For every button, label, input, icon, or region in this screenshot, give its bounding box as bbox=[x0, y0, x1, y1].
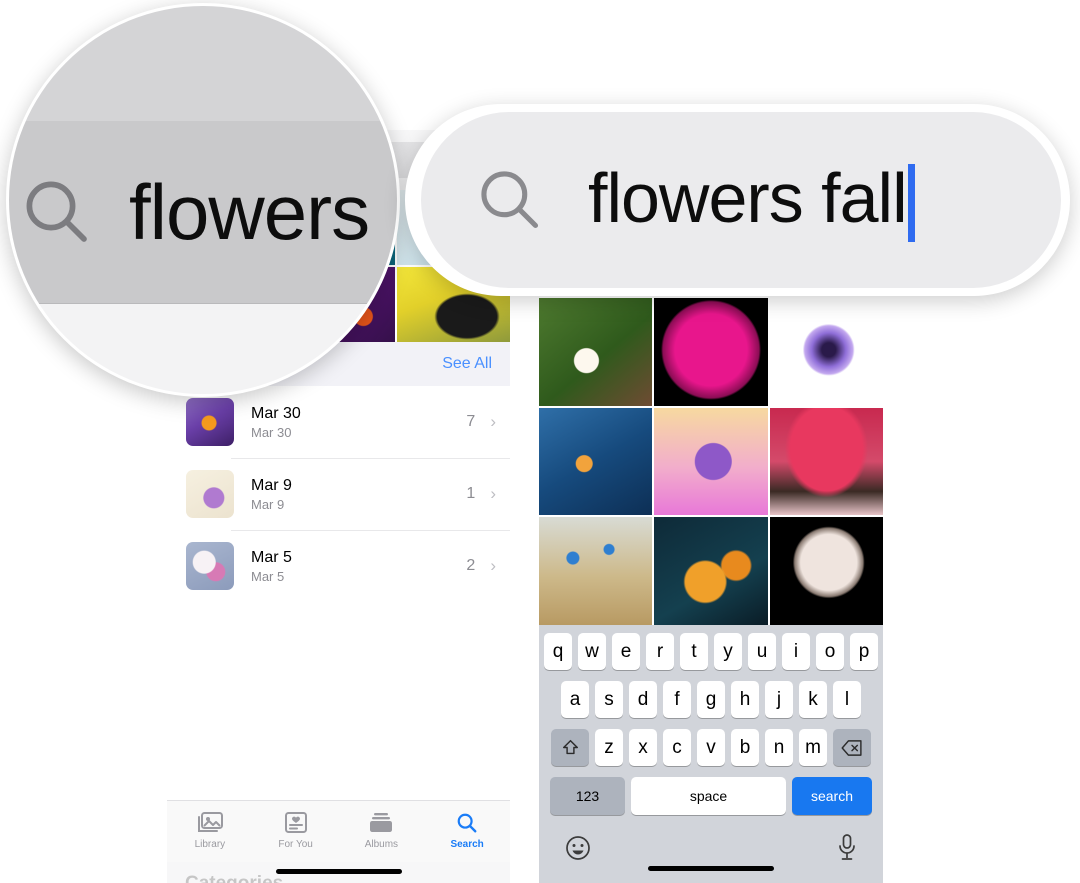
keyboard-row-4: 123 space search bbox=[539, 777, 883, 815]
space-key[interactable]: space bbox=[631, 777, 786, 815]
key-g[interactable]: g bbox=[697, 681, 725, 718]
tab-label: Albums bbox=[364, 839, 399, 850]
albums-icon bbox=[370, 813, 393, 832]
tab-label: Search bbox=[450, 839, 484, 850]
key-a[interactable]: a bbox=[561, 681, 589, 718]
list-item[interactable]: Mar 5 Mar 5 2 › bbox=[167, 530, 510, 602]
key-t[interactable]: t bbox=[680, 633, 708, 670]
chevron-right-icon: › bbox=[490, 556, 496, 575]
keyboard-row-1: q w e r t y u i o p bbox=[539, 633, 883, 670]
home-indicator bbox=[275, 869, 402, 874]
photo-thumbnail[interactable] bbox=[769, 407, 883, 516]
tab-library[interactable]: Library bbox=[167, 801, 253, 883]
tab-label: Library bbox=[194, 839, 226, 850]
moment-title: Mar 9 bbox=[251, 476, 292, 494]
right-magnifier-callout: flowers fall bbox=[405, 104, 1070, 296]
tab-search[interactable]: Search bbox=[424, 801, 510, 883]
key-l[interactable]: l bbox=[833, 681, 861, 718]
search-icon bbox=[457, 813, 477, 833]
tab-bar: Library For You Albums Search bbox=[167, 800, 510, 883]
key-f[interactable]: f bbox=[663, 681, 691, 718]
magnified-search-field: flowers fall bbox=[421, 112, 1061, 288]
key-q[interactable]: q bbox=[544, 633, 572, 670]
key-u[interactable]: u bbox=[748, 633, 776, 670]
magnified-search-text: flowers fall bbox=[588, 158, 915, 243]
for-you-icon bbox=[284, 812, 307, 833]
photos-library-icon bbox=[197, 812, 223, 832]
shift-key[interactable] bbox=[551, 729, 589, 766]
photo-thumbnail[interactable] bbox=[654, 298, 768, 406]
chevron-right-icon: › bbox=[490, 484, 496, 503]
photo-thumbnail[interactable] bbox=[769, 298, 883, 406]
backspace-delete-icon bbox=[841, 739, 862, 756]
list-item[interactable]: Mar 9 Mar 9 1 › bbox=[167, 458, 510, 530]
list-item[interactable]: Mar 30 Mar 30 7 › bbox=[167, 386, 510, 458]
photo-thumbnail[interactable] bbox=[769, 517, 883, 625]
moments-list: Mar 30 Mar 30 7 › Mar 9 Mar 9 1 › Mar 5 bbox=[167, 386, 510, 602]
moment-title: Mar 5 bbox=[251, 548, 292, 566]
magnified-search-text: flowers bbox=[129, 167, 370, 256]
key-d[interactable]: d bbox=[629, 681, 657, 718]
photo-thumbnail[interactable] bbox=[654, 517, 768, 625]
keyboard-bottom-row bbox=[539, 826, 883, 861]
key-c[interactable]: c bbox=[663, 729, 691, 766]
tab-label: For You bbox=[278, 839, 313, 850]
key-h[interactable]: h bbox=[731, 681, 759, 718]
key-j[interactable]: j bbox=[765, 681, 793, 718]
moment-subtitle: Mar 5 bbox=[251, 568, 285, 584]
moment-thumbnail bbox=[186, 542, 234, 590]
key-i[interactable]: i bbox=[782, 633, 810, 670]
text-cursor bbox=[907, 164, 915, 243]
moment-title: Mar 30 bbox=[251, 404, 301, 422]
keyboard-row-3: z x c v b n m bbox=[539, 729, 883, 766]
photo-thumbnail[interactable] bbox=[654, 407, 768, 516]
key-b[interactable]: b bbox=[731, 729, 759, 766]
magnified-search-field: flowers bbox=[9, 121, 397, 303]
search-icon bbox=[26, 181, 87, 242]
search-results-photo-grid bbox=[539, 298, 883, 625]
backspace-key[interactable] bbox=[833, 729, 871, 766]
moment-count: 2 bbox=[466, 557, 476, 574]
moment-thumbnail bbox=[186, 470, 234, 518]
on-screen-keyboard: q w e r t y u i o p a s d f g h j k l z … bbox=[539, 625, 883, 883]
left-magnifier-callout: flowers bbox=[6, 3, 400, 397]
search-key[interactable]: search bbox=[792, 777, 872, 815]
key-s[interactable]: s bbox=[595, 681, 623, 718]
home-indicator bbox=[648, 866, 774, 871]
magnified-search-value: flowers fall bbox=[588, 158, 908, 237]
shift-up-arrow-icon bbox=[562, 739, 578, 755]
smiley-emoji-icon[interactable] bbox=[565, 835, 591, 861]
key-w[interactable]: w bbox=[578, 633, 606, 670]
search-icon bbox=[481, 171, 539, 229]
key-m[interactable]: m bbox=[799, 729, 827, 766]
chevron-right-icon: › bbox=[490, 412, 496, 431]
moment-subtitle: Mar 30 bbox=[251, 424, 292, 440]
photo-thumbnail[interactable] bbox=[539, 407, 653, 516]
key-v[interactable]: v bbox=[697, 729, 725, 766]
moment-count: 1 bbox=[466, 485, 476, 502]
key-e[interactable]: e bbox=[612, 633, 640, 670]
see-all-link[interactable]: See All bbox=[442, 355, 492, 373]
key-p[interactable]: p bbox=[850, 633, 878, 670]
photo-thumbnail[interactable] bbox=[539, 298, 653, 406]
key-y[interactable]: y bbox=[714, 633, 742, 670]
moment-subtitle: Mar 9 bbox=[251, 496, 285, 512]
numbers-key[interactable]: 123 bbox=[550, 777, 625, 815]
key-r[interactable]: r bbox=[646, 633, 674, 670]
moment-thumbnail bbox=[186, 398, 234, 446]
photo-thumbnail[interactable] bbox=[539, 517, 653, 625]
key-x[interactable]: x bbox=[629, 729, 657, 766]
magnifier-bottom-fill bbox=[9, 303, 397, 394]
microphone-icon[interactable] bbox=[837, 834, 857, 861]
key-o[interactable]: o bbox=[816, 633, 844, 670]
keyboard-row-2: a s d f g h j k l bbox=[539, 681, 883, 718]
magnifier-top-fill bbox=[9, 6, 397, 121]
screenshot-stage: flowers Moments See All Mar 30 Mar 30 7 bbox=[0, 0, 1080, 883]
key-n[interactable]: n bbox=[765, 729, 793, 766]
moment-count: 7 bbox=[466, 413, 476, 430]
key-k[interactable]: k bbox=[799, 681, 827, 718]
key-z[interactable]: z bbox=[595, 729, 623, 766]
